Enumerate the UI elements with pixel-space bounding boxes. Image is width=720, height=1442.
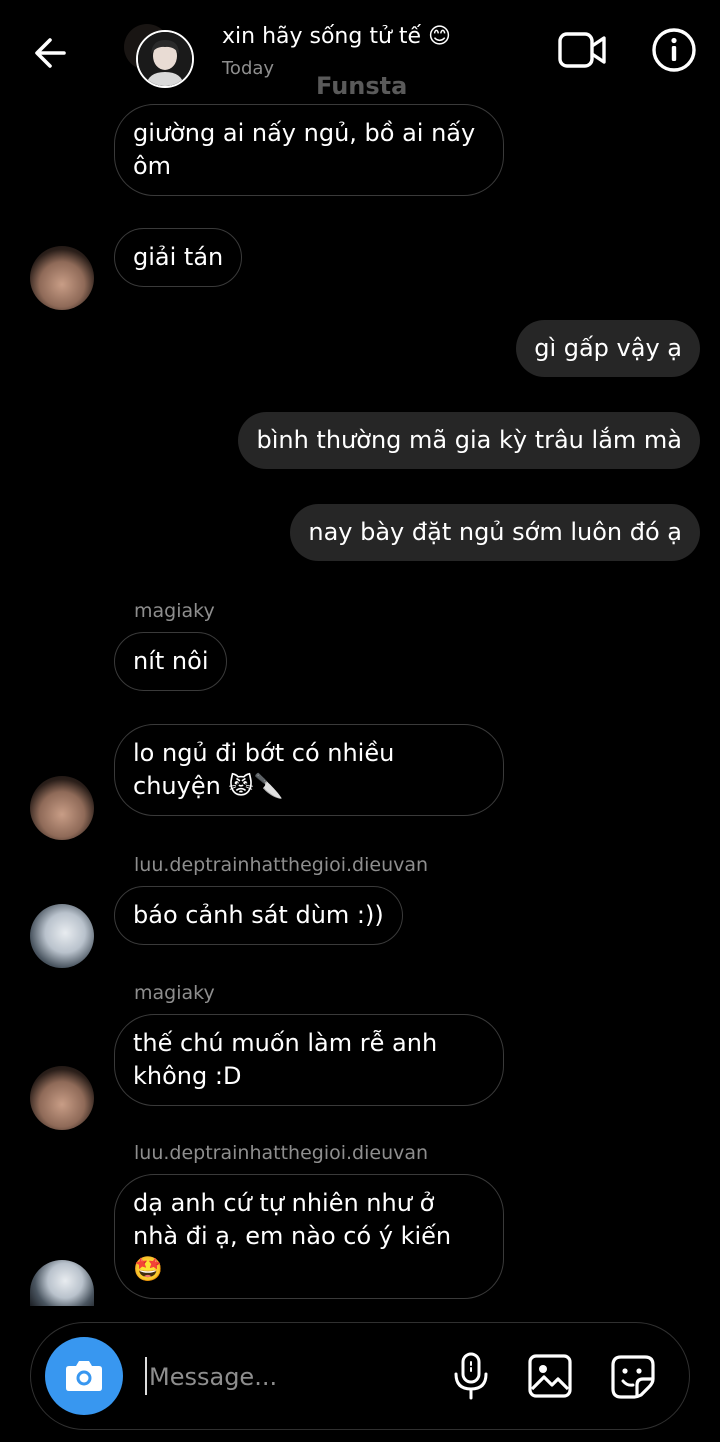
video-call-button[interactable]	[556, 26, 610, 74]
back-arrow-icon	[35, 38, 66, 68]
message-composer	[30, 1322, 690, 1430]
microphone-icon	[454, 1352, 488, 1400]
info-icon	[652, 28, 696, 72]
chat-avatar[interactable]	[136, 30, 194, 88]
sender-name: magiaky	[134, 982, 215, 1004]
sender-name: magiaky	[134, 600, 215, 622]
microphone-button[interactable]	[451, 1351, 491, 1401]
message-bubble[interactable]: lo ngủ đi bớt có nhiều chuyện 😾🔪	[114, 724, 504, 816]
sender-avatar[interactable]	[30, 776, 94, 840]
message-bubble[interactable]: bình thường mã gia kỳ trâu lắm mà	[238, 412, 700, 469]
sender-name: luu.deptrainhatthegioi.dieuvan	[134, 854, 429, 876]
sender-name: luu.deptrainhatthegioi.dieuvan	[134, 1142, 429, 1164]
message-bubble[interactable]: dạ anh cứ tự nhiên như ở nhà đi ạ, em nà…	[114, 1174, 504, 1299]
sender-avatar[interactable]	[30, 1066, 94, 1130]
message-bubble[interactable]: nay bày đặt ngủ sớm luôn đó ạ	[290, 504, 700, 561]
chat-title[interactable]: xin hãy sống tử tế 😊	[222, 24, 451, 49]
sticker-icon	[611, 1355, 655, 1399]
profile-photo	[138, 32, 192, 86]
sticker-button[interactable]	[609, 1353, 657, 1401]
watermark: Funsta	[316, 72, 408, 100]
gallery-icon	[528, 1354, 572, 1398]
message-clip: dạ anh cứ tự nhiên như ở nhà đi ạ, em nà…	[0, 1174, 720, 1306]
camera-button[interactable]	[45, 1337, 123, 1415]
back-button[interactable]	[28, 30, 74, 76]
message-bubble[interactable]: giải tán	[114, 228, 243, 287]
message-bubble[interactable]: báo cảnh sát dùm :))	[114, 886, 403, 945]
message-bubble[interactable]: thế chú muốn làm rễ anh không :D	[114, 1014, 504, 1106]
message-bubble[interactable]: nít nôi	[114, 632, 228, 691]
sender-avatar[interactable]	[30, 904, 94, 968]
message-bubble[interactable]: giường ai nấy ngủ, bồ ai nấy ôm	[114, 104, 504, 196]
chat-header: xin hãy sống tử tế 😊 Today Funsta	[0, 0, 720, 100]
video-call-icon	[558, 32, 606, 68]
camera-icon	[66, 1361, 102, 1391]
chat-screen: xin hãy sống tử tế 😊 Today Funsta giường…	[0, 0, 720, 1442]
sender-avatar[interactable]	[30, 246, 94, 310]
message-bubble[interactable]: gì gấp vậy ạ	[516, 320, 700, 377]
message-input[interactable]	[147, 1353, 441, 1401]
chat-subtitle: Today	[222, 58, 275, 79]
info-button[interactable]	[650, 26, 698, 74]
gallery-button[interactable]	[527, 1353, 573, 1399]
